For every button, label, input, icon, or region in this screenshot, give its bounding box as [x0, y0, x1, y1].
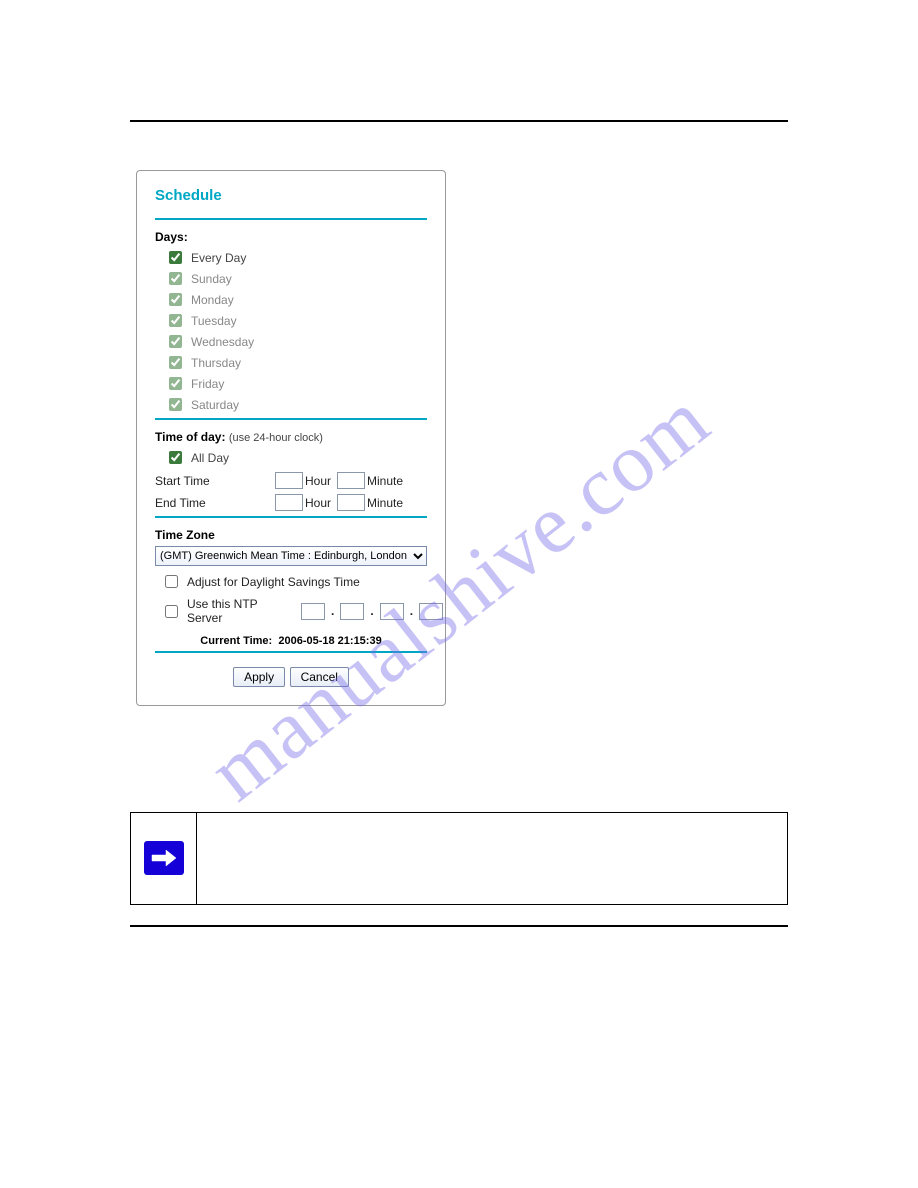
dot-icon: . [410, 604, 413, 618]
everyday-label: Every Day [191, 251, 246, 265]
saturday-label: Saturday [191, 398, 239, 412]
tod-label: Time of day: (use 24-hour clock) [155, 430, 427, 444]
allday-label: All Day [191, 451, 229, 465]
end-hour-unit: Hour [305, 496, 331, 510]
checkbox-friday[interactable]: Friday [155, 374, 427, 393]
page-footer: Protecting Your Network 4-9 v1.0, Novemb… [130, 939, 788, 963]
footer-right: 4-9 [772, 939, 788, 951]
current-time: Current Time: 2006-05-18 21:15:39 [155, 635, 427, 647]
dst-label: Adjust for Daylight Savings Time [187, 575, 360, 589]
button-row: Apply Cancel [155, 667, 427, 687]
apply-button[interactable]: Apply [233, 667, 285, 687]
checkbox-tuesday[interactable]: Tuesday [155, 311, 427, 330]
start-minute-unit: Minute [367, 474, 403, 488]
checkbox-saturday[interactable]: Saturday [155, 395, 427, 414]
schedule-panel: Schedule Days: Every Day Sunday Monday T… [136, 170, 446, 706]
tz-label: Time Zone [155, 528, 427, 542]
step-3b: Select the Adjust for daylight savings t… [130, 781, 788, 798]
start-minute-input[interactable] [337, 472, 365, 489]
panel-rule-1 [155, 218, 427, 220]
doc-header: Reference Manual for the RangeMax Wirele… [130, 100, 788, 114]
monday-check[interactable] [169, 293, 182, 306]
end-time-label: End Time [155, 496, 275, 510]
p1b-bold: Adjust for daylight savings time [182, 783, 349, 795]
cancel-button[interactable]: Cancel [290, 667, 349, 687]
panel-rule-2 [155, 418, 427, 420]
checkbox-thursday[interactable]: Thursday [155, 353, 427, 372]
checkbox-monday[interactable]: Monday [155, 290, 427, 309]
start-time-row: Start Time Hour Minute [155, 472, 427, 489]
panel-rule-3 [155, 516, 427, 518]
panel-rule-4 [155, 651, 427, 653]
everyday-check[interactable] [169, 251, 182, 264]
end-hour-input[interactable] [275, 494, 303, 511]
footer-version: v1.0, November 2006 [130, 951, 788, 963]
checkbox-sunday[interactable]: Sunday [155, 269, 427, 288]
ntp-ip-3[interactable] [380, 603, 404, 620]
start-time-label: Start Time [155, 474, 275, 488]
end-minute-unit: Minute [367, 496, 403, 510]
friday-label: Friday [191, 377, 224, 391]
wednesday-check[interactable] [169, 335, 182, 348]
checkbox-wednesday[interactable]: Wednesday [155, 332, 427, 351]
figure-number: Figure 4-4 [160, 720, 788, 732]
ntp-ip-1[interactable] [301, 603, 325, 620]
step-3a: Select your time zone. This setting will… [130, 740, 788, 773]
dot-icon: . [370, 604, 373, 618]
current-time-value: 2006-05-18 21:15:39 [278, 635, 381, 647]
p1b-1: Select the [130, 783, 182, 795]
thursday-check[interactable] [169, 356, 182, 369]
ntp-ip-4[interactable] [419, 603, 443, 620]
checkbox-allday[interactable]: All Day [155, 448, 427, 467]
tuesday-check[interactable] [169, 314, 182, 327]
tod-hint: (use 24-hour clock) [229, 432, 323, 444]
dot-icon: . [331, 604, 334, 618]
p1b-2: check box if your time zone is currently… [349, 783, 661, 795]
note-icon-cell [131, 813, 197, 905]
bottom-rule [130, 925, 788, 927]
ntp-check[interactable] [165, 605, 178, 618]
dst-check[interactable] [165, 575, 178, 588]
sunday-label: Sunday [191, 272, 232, 286]
tuesday-label: Tuesday [191, 314, 237, 328]
arrow-icon [144, 841, 184, 875]
sunday-check[interactable] [169, 272, 182, 285]
checkbox-dst[interactable]: Adjust for Daylight Savings Time [155, 572, 427, 591]
thursday-label: Thursday [191, 356, 241, 370]
start-hour-unit: Hour [305, 474, 331, 488]
friday-check[interactable] [169, 377, 182, 390]
end-minute-input[interactable] [337, 494, 365, 511]
top-rule [130, 120, 788, 122]
panel-title: Schedule [155, 187, 427, 204]
allday-check[interactable] [169, 451, 182, 464]
ntp-ip-2[interactable] [340, 603, 364, 620]
timezone-select[interactable]: (GMT) Greenwich Mean Time : Edinburgh, L… [155, 546, 427, 566]
end-time-row: End Time Hour Minute [155, 494, 427, 511]
monday-label: Monday [191, 293, 234, 307]
tod-text: Time of day: [155, 430, 225, 444]
note-box: If your region uses Daylight Savings Tim… [130, 812, 788, 906]
saturday-check[interactable] [169, 398, 182, 411]
current-time-label: Current Time: [200, 635, 272, 647]
note-text: If your region uses Daylight Savings Tim… [197, 813, 787, 905]
ntp-row: Use this NTP Server . . . [155, 597, 427, 625]
footer-left: Protecting Your Network [130, 939, 248, 951]
start-hour-input[interactable] [275, 472, 303, 489]
wednesday-label: Wednesday [191, 335, 254, 349]
ntp-label: Use this NTP Server [187, 597, 295, 625]
days-label: Days: [155, 230, 427, 244]
checkbox-everyday[interactable]: Every Day [155, 248, 427, 267]
